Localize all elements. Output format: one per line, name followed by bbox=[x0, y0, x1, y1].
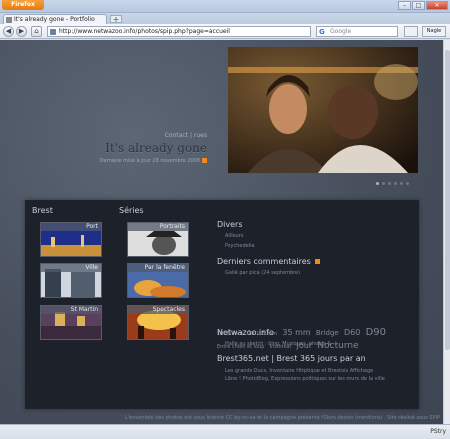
status-bar-right: PStry bbox=[430, 428, 446, 435]
window-titlebar: Firefox – □ ✕ bbox=[0, 0, 450, 13]
netwazoo-title[interactable]: Netwazoo.info bbox=[217, 328, 274, 337]
footer-note: L'ensemble des photos est sous licence C… bbox=[125, 415, 441, 421]
tab-portfolio[interactable]: It's already gone - Portfolio bbox=[3, 14, 107, 24]
tag[interactable]: D60 bbox=[344, 328, 360, 337]
tools-menu-button[interactable]: Nagle bbox=[422, 26, 446, 37]
tab-title: It's already gone - Portfolio bbox=[14, 16, 95, 23]
thumb-portraits-label: Portraits bbox=[128, 223, 188, 231]
comments-title-text: Derniers commentaires bbox=[217, 257, 311, 266]
slide-dot[interactable] bbox=[388, 182, 391, 185]
divers-item-ailleurs[interactable]: Ailleurs bbox=[225, 233, 244, 239]
tab-bar: It's already gone - Portfolio + bbox=[0, 13, 450, 24]
last-updated-text: Derniere mise à jour 28 novembre 2008 bbox=[99, 158, 200, 164]
address-bar[interactable]: http://www.netwazoo.info/photos/spip.php… bbox=[47, 26, 311, 37]
thumb-fenetre-label: Par la fenêtre bbox=[128, 264, 188, 272]
slide-dot[interactable] bbox=[400, 182, 403, 185]
forward-button[interactable]: ▶ bbox=[16, 26, 27, 37]
thumb-st-martin-label: St Martin bbox=[41, 306, 101, 314]
slide-dot[interactable] bbox=[376, 182, 379, 185]
slide-dot[interactable] bbox=[382, 182, 385, 185]
google-icon: G bbox=[319, 28, 325, 36]
slide-dot[interactable] bbox=[394, 182, 397, 185]
tag[interactable]: D90 bbox=[366, 327, 386, 338]
last-updated: Derniere mise à jour 28 novembre 2008 bbox=[100, 158, 207, 164]
new-tab-button[interactable]: + bbox=[110, 15, 122, 24]
thumb-port-label: Port bbox=[41, 223, 101, 231]
maximize-button[interactable]: □ bbox=[412, 1, 425, 10]
slideshow-dots bbox=[376, 182, 409, 185]
brest-title: Brest bbox=[32, 206, 53, 215]
thumb-st-martin[interactable]: St Martin bbox=[40, 305, 102, 340]
scrollbar-thumb[interactable] bbox=[445, 50, 450, 350]
featured-photo-image bbox=[228, 47, 418, 173]
thumb-spectacles-label: Spectacles bbox=[128, 306, 188, 314]
brest365-text: Les grands Ducs, Inventaire Httptique et… bbox=[225, 368, 385, 382]
search-box[interactable]: G Google bbox=[316, 26, 398, 37]
comments-title: Derniers commentaires bbox=[217, 257, 321, 266]
featured-photo[interactable] bbox=[228, 47, 418, 173]
minimize-button[interactable]: – bbox=[398, 1, 411, 10]
comment-entry[interactable]: Gallé par pica (24 septembre) bbox=[225, 270, 300, 276]
rss-icon[interactable] bbox=[202, 158, 207, 163]
divers-title: Divers bbox=[217, 220, 243, 229]
status-bar: PStry bbox=[0, 424, 450, 439]
navigation-toolbar: ◀ ▶ ⌂ http://www.netwazoo.info/photos/sp… bbox=[0, 24, 450, 39]
page-menu-button[interactable] bbox=[404, 26, 418, 37]
window-controls: – □ ✕ bbox=[398, 1, 448, 10]
thumb-portraits[interactable]: Portraits bbox=[127, 222, 189, 257]
address-bar-url: http://www.netwazoo.info/photos/spip.php… bbox=[59, 28, 230, 35]
tag[interactable]: 35 mm bbox=[282, 328, 310, 337]
thumb-ville-label: Ville bbox=[41, 264, 101, 272]
netwazoo-text: Halle au sketch : blog, Musiques, photos… bbox=[225, 341, 338, 347]
page-viewport: Contact | rues It's already gone Dernier… bbox=[0, 40, 443, 424]
tag[interactable]: Bridge bbox=[316, 329, 339, 337]
favicon-icon bbox=[6, 17, 12, 23]
vertical-scrollbar[interactable] bbox=[443, 40, 450, 424]
site-title[interactable]: It's already gone bbox=[105, 141, 207, 155]
divers-item-psychedelia[interactable]: Psychedelia bbox=[225, 243, 255, 249]
slide-dot[interactable] bbox=[406, 182, 409, 185]
site-identity-icon bbox=[50, 29, 56, 35]
comments-rss-icon[interactable] bbox=[315, 259, 321, 264]
thumb-ville[interactable]: Ville bbox=[40, 263, 102, 298]
thumb-spectacles[interactable]: Spectacles bbox=[127, 305, 189, 340]
close-window-button[interactable]: ✕ bbox=[426, 1, 448, 10]
header-links[interactable]: Contact | rues bbox=[165, 132, 207, 139]
search-placeholder: Google bbox=[330, 28, 352, 35]
series-title: Séries bbox=[119, 206, 144, 215]
status-addon-label[interactable]: PStry bbox=[430, 428, 446, 435]
home-button[interactable]: ⌂ bbox=[31, 26, 42, 37]
thumb-port[interactable]: Port bbox=[40, 222, 102, 257]
content-panel: Brest Séries Port Ville St Martin Portra… bbox=[25, 200, 419, 409]
thumb-fenetre[interactable]: Par la fenêtre bbox=[127, 263, 189, 298]
back-button[interactable]: ◀ bbox=[3, 26, 14, 37]
firefox-menu-button[interactable]: Firefox bbox=[2, 0, 44, 10]
brest365-title[interactable]: Brest365.net | Brest 365 jours par an bbox=[217, 354, 366, 363]
